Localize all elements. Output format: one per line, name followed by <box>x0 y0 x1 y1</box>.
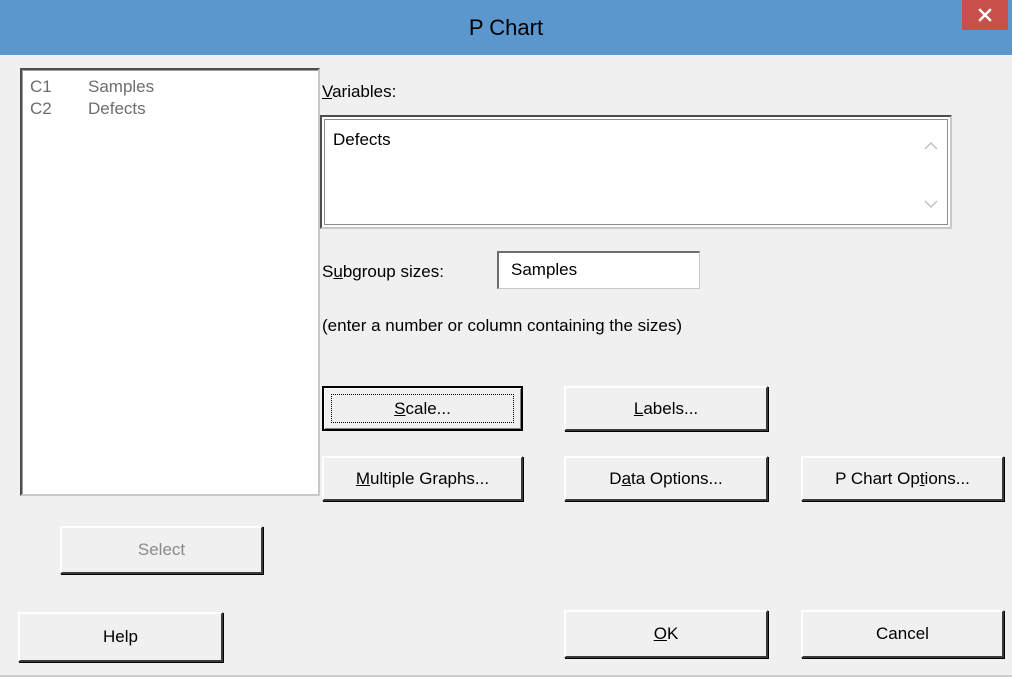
subgroup-sizes-label: Subgroup sizes: <box>322 262 444 281</box>
subgroup-sizes-input[interactable]: Samples <box>497 251 700 289</box>
subgroup-hint: (enter a number or column containing the… <box>322 316 683 335</box>
focus-ring <box>331 394 514 423</box>
column-id: C1 <box>30 77 52 96</box>
labels-button[interactable]: Labels... <box>564 386 768 431</box>
cancel-button[interactable]: Cancel <box>801 610 1004 658</box>
variables-inner: Defects <box>324 119 948 225</box>
data-options-button[interactable]: Data Options... <box>564 456 768 501</box>
column-list[interactable]: C1 Samples C2 Defects <box>20 68 320 496</box>
variables-value: Defects <box>333 130 391 149</box>
help-button[interactable]: Help <box>18 612 223 662</box>
title-bar: P Chart <box>0 0 1012 55</box>
variables-field[interactable]: Defects <box>320 115 952 229</box>
scale-button[interactable]: Scale... <box>322 386 523 431</box>
multiple-graphs-button[interactable]: Multiple Graphs... <box>322 456 523 501</box>
variables-label: Variables: <box>322 82 397 101</box>
close-button[interactable] <box>962 0 1008 30</box>
window-title: P Chart <box>468 15 544 40</box>
ok-button[interactable]: OK <box>564 610 768 658</box>
column-id: C2 <box>30 99 52 118</box>
p-chart-options-button[interactable]: P Chart Options... <box>801 456 1004 501</box>
subgroup-sizes-value: Samples <box>511 260 578 279</box>
select-button[interactable]: Select <box>60 526 263 574</box>
scroll-up-arrow-icon[interactable] <box>921 138 941 154</box>
column-name: Samples <box>88 77 155 96</box>
close-icon <box>978 8 992 22</box>
scroll-down-arrow-icon[interactable] <box>921 196 941 212</box>
column-name: Defects <box>88 99 146 118</box>
